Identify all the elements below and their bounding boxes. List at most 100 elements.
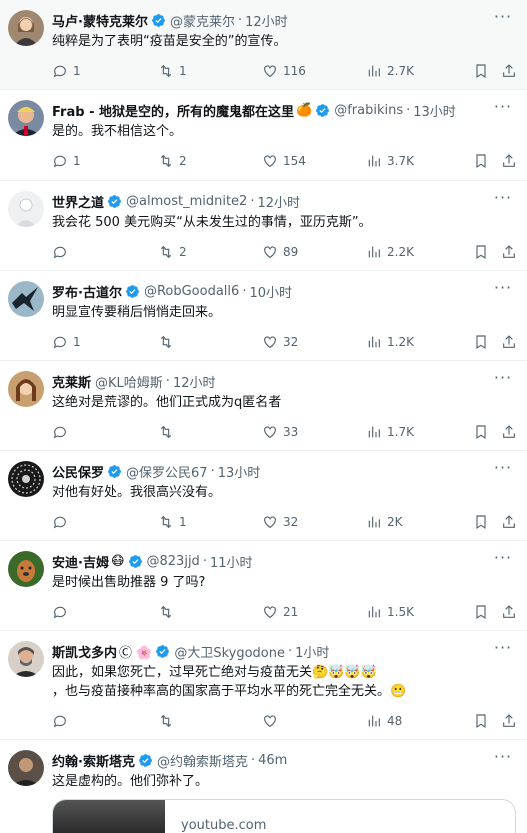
avatar[interactable] <box>8 281 44 317</box>
share-button[interactable] <box>501 334 517 350</box>
retweet-button[interactable]: 1 <box>158 514 187 530</box>
tweet[interactable]: 安迪·吉姆 😷 @823jjd · 11小时 ··· 是时候出售助推器 9 了吗… <box>0 541 527 631</box>
retweet-button[interactable]: 2 <box>158 244 187 260</box>
video-thumbnail[interactable] <box>53 800 165 833</box>
reply-button[interactable]: 1 <box>52 63 81 79</box>
views-button[interactable]: 1.7K <box>366 424 414 440</box>
views-button[interactable]: 2K <box>366 514 403 530</box>
author-handle[interactable]: @823jjd <box>147 554 200 569</box>
tweet[interactable]: 罗布·古道尔 @RobGoodall6 · 10小时 ··· 明显宣传要稍后悄悄… <box>0 271 527 361</box>
retweet-button[interactable] <box>158 713 179 729</box>
views-button[interactable]: 2.2K <box>366 244 414 260</box>
avatar[interactable] <box>8 461 44 497</box>
share-button[interactable] <box>501 424 517 440</box>
more-icon[interactable]: ··· <box>493 460 513 479</box>
more-icon[interactable]: ··· <box>493 370 513 389</box>
author-handle[interactable]: @蒙克莱尔 <box>170 11 235 30</box>
timestamp[interactable]: 11小时 <box>210 552 253 571</box>
author-name[interactable]: 安迪·吉姆 <box>52 552 109 571</box>
tweet[interactable]: 世界之道 @almost_midnite2 · 12小时 ··· 我会花 500… <box>0 181 527 271</box>
more-icon[interactable]: ··· <box>493 640 513 659</box>
like-button[interactable]: 33 <box>262 424 298 440</box>
more-icon[interactable]: ··· <box>493 99 513 118</box>
author-handle[interactable]: @RobGoodall6 <box>144 284 239 299</box>
reply-button[interactable] <box>52 604 73 620</box>
timestamp[interactable]: 46m <box>258 753 287 768</box>
more-icon[interactable]: ··· <box>493 190 513 209</box>
share-button[interactable] <box>501 244 517 260</box>
like-button[interactable]: 32 <box>262 334 298 350</box>
more-icon[interactable]: ··· <box>493 550 513 569</box>
bookmark-button[interactable] <box>473 334 489 350</box>
bookmark-button[interactable] <box>473 604 489 620</box>
tweet[interactable]: 斯凯戈多内 Ⓒ 🌸 @大卫Skygodone · 1小时 ··· 因此，如果您死… <box>0 631 527 740</box>
author-handle[interactable]: @保罗公民67 <box>126 462 208 481</box>
reply-button[interactable]: 1 <box>52 334 81 350</box>
avatar[interactable] <box>8 100 44 136</box>
tweet[interactable]: 约翰·索斯塔克 @约翰索斯塔克 · 46m ··· 这是虚构的。他们弥补了。 y… <box>0 740 527 833</box>
timestamp[interactable]: 12小时 <box>257 192 300 211</box>
more-icon[interactable]: ··· <box>493 749 513 768</box>
author-handle[interactable]: @KL哈姆斯 <box>95 372 163 391</box>
like-button[interactable]: 116 <box>262 63 306 79</box>
retweet-button[interactable] <box>158 604 179 620</box>
like-button[interactable]: 154 <box>262 153 306 169</box>
reply-button[interactable] <box>52 424 73 440</box>
author-handle[interactable]: @大卫Skygodone <box>174 642 285 661</box>
bookmark-button[interactable] <box>473 713 489 729</box>
link-card[interactable]: youtube.com <box>52 799 516 833</box>
retweet-button[interactable]: 2 <box>158 153 187 169</box>
share-button[interactable] <box>501 604 517 620</box>
like-button[interactable]: 32 <box>262 514 298 530</box>
tweet[interactable]: Frab - 地狱是空的，所有的魔鬼都在这里 🍊 @frabikins · 13… <box>0 90 527 181</box>
avatar[interactable] <box>8 641 44 677</box>
bookmark-button[interactable] <box>473 244 489 260</box>
share-button[interactable] <box>501 514 517 530</box>
author-handle[interactable]: @frabikins <box>334 103 403 118</box>
avatar[interactable] <box>8 10 44 46</box>
tweet[interactable]: 克莱斯 @KL哈姆斯 · 12小时 ··· 这绝对是荒谬的。他们正式成为q匿名者… <box>0 361 527 451</box>
avatar[interactable] <box>8 191 44 227</box>
reply-button[interactable]: 1 <box>52 153 81 169</box>
timestamp[interactable]: 12小时 <box>173 372 216 391</box>
author-name[interactable]: 世界之道 <box>52 192 104 211</box>
reply-button[interactable] <box>52 244 73 260</box>
author-name[interactable]: 罗布·古道尔 <box>52 282 122 301</box>
author-name[interactable]: 马卢·蒙特克莱尔 <box>52 11 148 30</box>
author-name[interactable]: Frab - 地狱是空的，所有的魔鬼都在这里 <box>52 101 294 120</box>
timestamp[interactable]: 10小时 <box>249 282 292 301</box>
author-handle[interactable]: @almost_midnite2 <box>126 194 247 209</box>
like-button[interactable] <box>262 713 283 729</box>
retweet-button[interactable] <box>158 424 179 440</box>
share-button[interactable] <box>501 63 517 79</box>
author-name[interactable]: 公民保罗 <box>52 462 104 481</box>
tweet[interactable]: 公民保罗 @保罗公民67 · 13小时 ··· 对他有好处。我很高兴没有。 1 … <box>0 451 527 541</box>
avatar[interactable] <box>8 551 44 587</box>
views-button[interactable]: 1.2K <box>366 334 414 350</box>
more-icon[interactable]: ··· <box>493 280 513 299</box>
author-handle[interactable]: @约翰索斯塔克 <box>157 751 248 770</box>
share-button[interactable] <box>501 153 517 169</box>
reply-button[interactable] <box>52 713 73 729</box>
avatar[interactable] <box>8 371 44 407</box>
timestamp[interactable]: 13小时 <box>218 462 261 481</box>
like-button[interactable]: 21 <box>262 604 298 620</box>
author-name[interactable]: 斯凯戈多内 <box>52 642 117 661</box>
author-name[interactable]: 克莱斯 <box>52 372 91 391</box>
author-name[interactable]: 约翰·索斯塔克 <box>52 751 135 770</box>
more-icon[interactable]: ··· <box>493 9 513 28</box>
views-button[interactable]: 48 <box>366 713 402 729</box>
timestamp[interactable]: 13小时 <box>413 101 456 120</box>
retweet-button[interactable] <box>158 334 179 350</box>
timestamp[interactable]: 12小时 <box>245 11 288 30</box>
bookmark-button[interactable] <box>473 63 489 79</box>
avatar[interactable] <box>8 750 44 786</box>
timestamp[interactable]: 1小时 <box>295 642 329 661</box>
views-button[interactable]: 1.5K <box>366 604 414 620</box>
views-button[interactable]: 2.7K <box>366 63 414 79</box>
bookmark-button[interactable] <box>473 153 489 169</box>
share-button[interactable] <box>501 713 517 729</box>
retweet-button[interactable]: 1 <box>158 63 187 79</box>
views-button[interactable]: 3.7K <box>366 153 414 169</box>
bookmark-button[interactable] <box>473 424 489 440</box>
